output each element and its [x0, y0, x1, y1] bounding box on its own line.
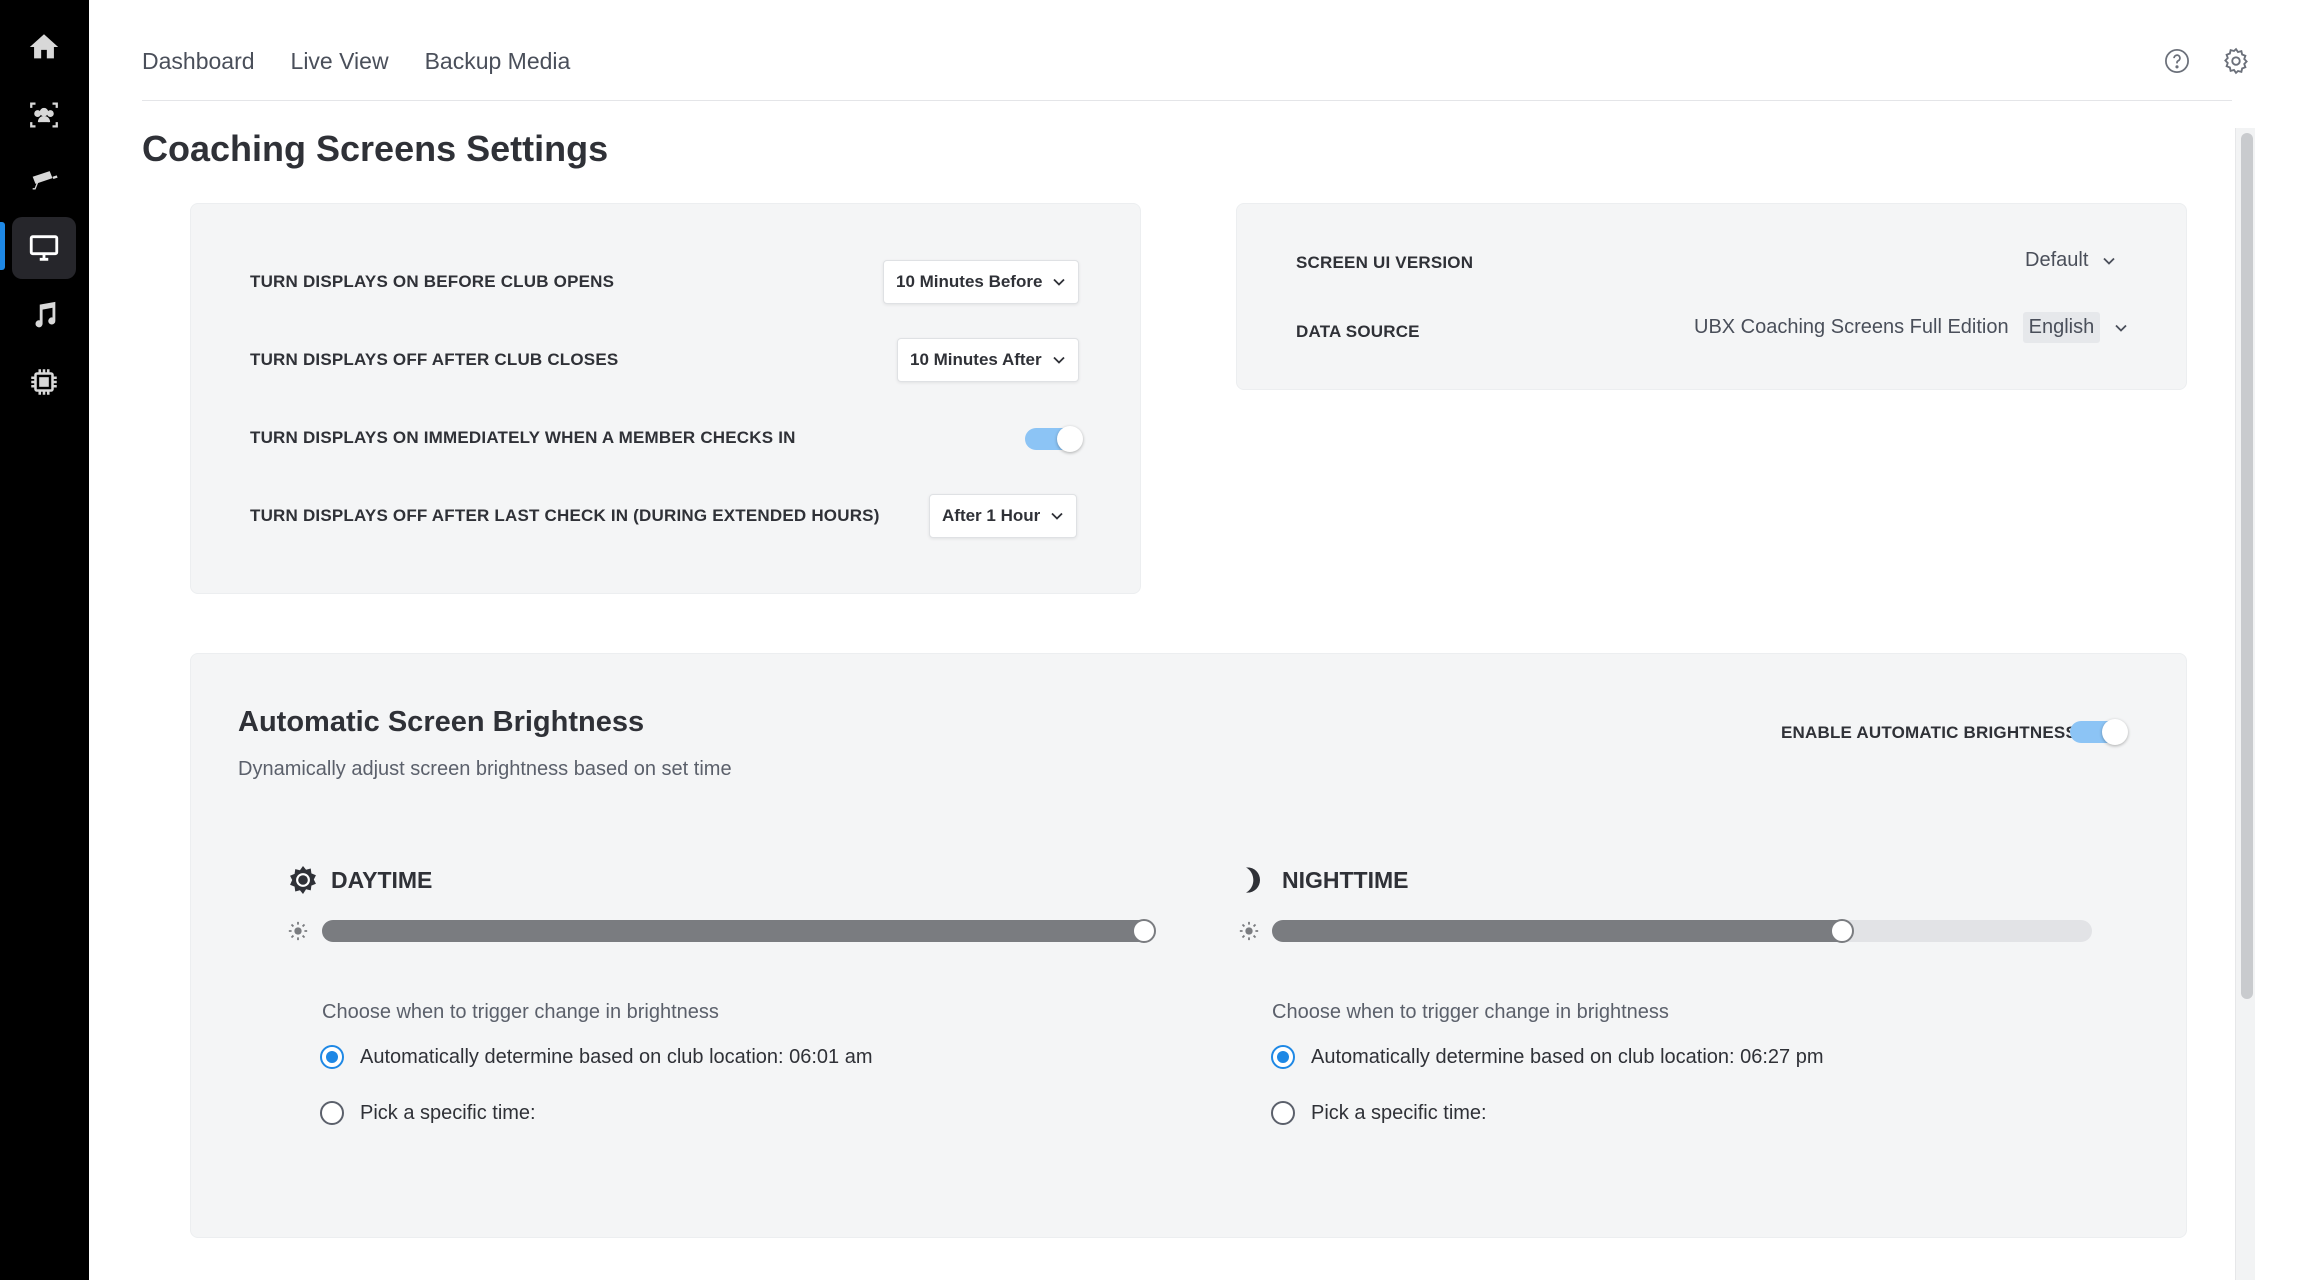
- daytime-header: DAYTIME: [287, 864, 432, 896]
- nighttime-brightness-slider[interactable]: [1272, 919, 2092, 943]
- slider-thumb[interactable]: [1132, 919, 1156, 943]
- chip-icon[interactable]: [12, 351, 76, 413]
- help-icon[interactable]: [2161, 45, 2193, 77]
- nighttime-specific-text: Pick a specific time:: [1311, 1101, 1487, 1124]
- display-on-dropdown[interactable]: 10 Minutes Before: [883, 260, 1080, 304]
- daytime-label: DAYTIME: [331, 866, 433, 893]
- slider-fill: [322, 920, 1152, 942]
- language-badge: English: [2022, 312, 2101, 343]
- last-checkin-label: TURN DISPLAYS OFF AFTER LAST CHECK IN (D…: [250, 506, 880, 525]
- top-nav: Dashboard Live View Backup Media: [142, 48, 570, 75]
- brightness-title: Automatic Screen Brightness: [238, 706, 645, 738]
- daytime-specific-option[interactable]: Pick a specific time:: [320, 1101, 536, 1125]
- radio-button[interactable]: [320, 1101, 344, 1125]
- slider-thumb[interactable]: [1830, 919, 1854, 943]
- brightness-low-icon: [288, 921, 308, 941]
- nighttime-label: NIGHTTIME: [1282, 866, 1409, 893]
- members-icon[interactable]: [12, 84, 76, 146]
- home-icon[interactable]: [12, 16, 76, 78]
- nighttime-auto-option[interactable]: Automatically determine based on club lo…: [1271, 1045, 1824, 1069]
- nav-live-view[interactable]: Live View: [291, 48, 389, 75]
- nighttime-choose-label: Choose when to trigger change in brightn…: [1272, 1001, 1669, 1023]
- toggle-knob: [2102, 719, 2128, 745]
- radio-button[interactable]: [320, 1045, 344, 1069]
- active-indicator: [0, 222, 5, 270]
- ui-version-value: Default: [2025, 249, 2089, 271]
- display-off-value: 10 Minutes After: [910, 350, 1042, 369]
- page-title: Coaching Screens Settings: [142, 128, 609, 169]
- display-on-label: TURN DISPLAYS ON BEFORE CLUB OPENS: [250, 272, 615, 291]
- data-source-select[interactable]: UBX Coaching Screens Full Edition Englis…: [1694, 312, 2128, 343]
- last-checkin-dropdown[interactable]: After 1 Hour: [929, 494, 1078, 538]
- member-checkin-toggle[interactable]: [1025, 426, 1083, 452]
- sun-icon: [290, 866, 316, 894]
- sidebar: [0, 0, 89, 1280]
- display-on-value: 10 Minutes Before: [896, 272, 1043, 291]
- scrollbar-thumb[interactable]: [2241, 133, 2253, 999]
- chevron-down-icon: [2103, 257, 2116, 265]
- display-schedule-card: TURN DISPLAYS ON BEFORE CLUB OPENS 10 Mi…: [190, 203, 1141, 594]
- radio-button[interactable]: [1271, 1101, 1295, 1125]
- member-checkin-label: TURN DISPLAYS ON IMMEDIATELY WHEN A MEMB…: [250, 428, 796, 447]
- brightness-subtitle: Dynamically adjust screen brightness bas…: [238, 758, 732, 780]
- nighttime-auto-text: Automatically determine based on club lo…: [1311, 1045, 1824, 1068]
- chevron-down-icon: [1052, 356, 1065, 364]
- camera-icon[interactable]: [12, 150, 76, 212]
- music-icon[interactable]: [12, 285, 76, 347]
- daytime-auto-text: Automatically determine based on club lo…: [360, 1045, 873, 1068]
- brightness-low-icon: [1239, 921, 1259, 941]
- data-source-label: DATA SOURCE: [1296, 322, 1420, 341]
- ui-version-label: SCREEN UI VERSION: [1296, 253, 1474, 272]
- nighttime-header: NIGHTTIME: [1238, 864, 1409, 896]
- enable-brightness-label: ENABLE AUTOMATIC BRIGHTNESS: [1781, 723, 2077, 742]
- daytime-auto-option[interactable]: Automatically determine based on club lo…: [320, 1045, 873, 1069]
- chevron-down-icon: [2115, 324, 2127, 332]
- chevron-down-icon: [1053, 278, 1066, 286]
- data-source-value: UBX Coaching Screens Full Edition: [1694, 316, 2009, 338]
- gear-icon[interactable]: [2220, 45, 2252, 77]
- daytime-choose-label: Choose when to trigger change in brightn…: [322, 1001, 719, 1023]
- daytime-brightness-slider[interactable]: [322, 919, 1156, 943]
- moon-icon: [1246, 867, 1260, 893]
- slider-fill: [1272, 920, 1850, 942]
- last-checkin-value: After 1 Hour: [942, 506, 1041, 525]
- display-icon[interactable]: [12, 217, 76, 279]
- screen-source-card: SCREEN UI VERSION Default DATA SOURCE UB…: [1236, 203, 2187, 390]
- nav-dashboard[interactable]: Dashboard: [142, 48, 255, 75]
- toggle-knob: [1057, 426, 1083, 452]
- enable-brightness-toggle[interactable]: [2070, 719, 2128, 745]
- nav-backup-media[interactable]: Backup Media: [425, 48, 571, 75]
- chevron-down-icon: [1051, 512, 1063, 520]
- display-off-label: TURN DISPLAYS OFF AFTER CLUB CLOSES: [250, 350, 619, 369]
- top-divider: [142, 100, 2232, 101]
- daytime-specific-text: Pick a specific time:: [360, 1101, 536, 1124]
- nighttime-specific-option[interactable]: Pick a specific time:: [1271, 1101, 1487, 1125]
- radio-button[interactable]: [1271, 1045, 1295, 1069]
- ui-version-select[interactable]: Default: [2025, 249, 2116, 272]
- display-off-dropdown[interactable]: 10 Minutes After: [897, 338, 1079, 382]
